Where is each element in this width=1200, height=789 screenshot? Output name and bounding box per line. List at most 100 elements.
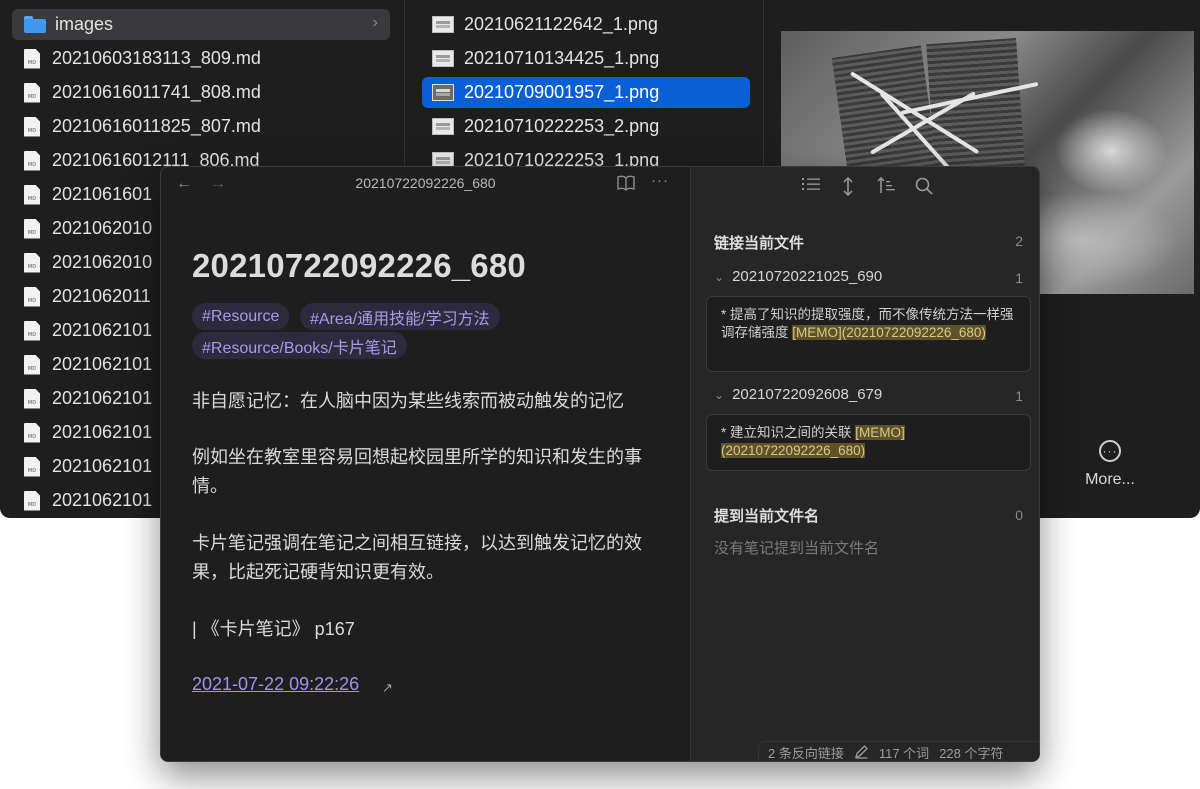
chevron-right-icon: › (372, 14, 378, 31)
finder-item-label: 20210603183113_809.md (52, 48, 261, 68)
snippet-highlight: [MEMO](20210722092226_680) (792, 325, 986, 340)
unlinked-mentions-heading[interactable]: 提到当前文件名 (714, 505, 819, 526)
expand-vertical-icon[interactable] (842, 176, 854, 199)
md-badge: MD (27, 433, 37, 440)
list-icon[interactable] (802, 177, 820, 195)
finder-item-label: 2021062101 (52, 388, 153, 408)
finder-image-row[interactable]: 20210621122642_1.png (422, 9, 750, 40)
finder-item-label: 2021062101 (52, 490, 153, 510)
backlink-file-1[interactable]: ⌄ 20210720221025_690 (714, 268, 882, 285)
finder-item-label: 20210709001957_1.png (464, 82, 660, 102)
more-options-icon[interactable]: ··· (651, 173, 669, 188)
paragraph-quote: | 《卡片笔记》 p167 (192, 619, 355, 639)
finder-item-label: 20210710222253_2.png (464, 116, 660, 136)
backlink-file-name: 20210722092608_679 (732, 386, 883, 403)
finder-image-row[interactable]: 20210710222253_2.png (422, 111, 750, 142)
finder-item-label: 20210616011741_808.md (52, 82, 261, 102)
backlink-file-name: 20210720221025_690 (732, 268, 883, 285)
sort-icon[interactable] (877, 176, 896, 197)
book-open-icon[interactable] (617, 175, 635, 195)
md-badge: MD (27, 467, 37, 474)
finder-image-row[interactable]: 20210710134425_1.png (422, 43, 750, 74)
finder-item-label: 2021062011 (52, 286, 151, 306)
markdown-file-icon: MD (24, 422, 40, 443)
finder-item-label: 2021062010 (52, 218, 153, 238)
markdown-file-icon: MD (24, 116, 40, 137)
markdown-file-icon: MD (24, 388, 40, 409)
linked-mentions-count: 2 (1015, 233, 1023, 249)
status-char-count: 228 个字符 (939, 746, 1004, 761)
paragraph-3: 卡片笔记强调在笔记之间相互链接，以达到触发记忆的效果，比起死记硬背知识更有效。 (192, 533, 642, 582)
status-backlinks[interactable]: 2 条反向链接 (768, 743, 844, 761)
finder-item-label: 20210710134425_1.png (464, 48, 660, 68)
markdown-file-icon: MD (24, 48, 40, 69)
finder-item-label: 2021062101 (52, 456, 153, 476)
md-badge: MD (27, 297, 37, 304)
backlink-snippet-2[interactable]: * 建立知识之间的关联 [MEMO](20210722092226_680) (706, 414, 1031, 471)
backlink-file-count: 1 (1015, 388, 1023, 404)
chevron-down-icon[interactable]: ⌄ (714, 388, 724, 402)
finder-item-label: images (55, 14, 114, 34)
md-badge: MD (27, 195, 37, 202)
view-header-title[interactable]: 20210722092226_680 (161, 175, 690, 191)
paragraph-2: 例如坐在教室里容易回想起校园里所学的知识和发生的事情。 (192, 447, 642, 496)
linked-mentions-heading[interactable]: 链接当前文件 (714, 232, 804, 253)
finder-item-label: 20210621122642_1.png (464, 14, 658, 34)
chevron-down-icon[interactable]: ⌄ (714, 270, 724, 284)
finder-item-label: 2021062101 (52, 354, 153, 374)
markdown-file-icon: MD (24, 218, 40, 239)
md-badge: MD (27, 229, 37, 236)
md-badge: MD (27, 331, 37, 338)
markdown-file-icon: MD (24, 490, 40, 511)
markdown-file-icon: MD (24, 286, 40, 307)
folder-icon (24, 16, 46, 33)
markdown-file-icon: MD (24, 320, 40, 341)
obsidian-window: ← → 20210722092226_680 ··· 2021072209222… (160, 166, 1040, 762)
md-badge: MD (27, 93, 37, 100)
editor-pane: ← → 20210722092226_680 ··· 2021072209222… (161, 167, 690, 761)
finder-image-row[interactable]: 20210709001957_1.png (422, 77, 750, 108)
markdown-file-icon: MD (24, 354, 40, 375)
markdown-file-icon: MD (24, 456, 40, 477)
md-badge: MD (27, 59, 37, 66)
finder-folder-row[interactable]: images › (12, 9, 390, 40)
md-badge: MD (27, 365, 37, 372)
backlink-snippet-1[interactable]: * 提高了知识的提取强度，而不像传统方法一样强调存储强度 [MEMO](2021… (706, 296, 1031, 372)
markdown-file-icon: MD (24, 252, 40, 273)
markdown-file-icon: MD (24, 184, 40, 205)
tag-resource[interactable]: #Resource (192, 303, 290, 330)
md-badge: MD (27, 263, 37, 270)
image-file-icon (432, 16, 454, 33)
pencil-icon[interactable] (854, 744, 869, 762)
status-bar: 2 条反向链接 117 个词 228 个字符 (758, 741, 1039, 762)
finder-item-label: 2021062101 (52, 320, 153, 340)
finder-file-row[interactable]: MD 20210616011825_807.md (12, 111, 390, 142)
md-badge: MD (27, 399, 37, 406)
tag-resource-books[interactable]: #Resource/Books/卡片笔记 (192, 332, 407, 359)
image-file-icon (432, 84, 454, 101)
external-link-icon: ↗ (382, 680, 393, 695)
date-link[interactable]: 2021-07-22 09:22:26 (192, 674, 359, 695)
image-file-icon (432, 118, 454, 135)
more-button[interactable]: ··· More... (1065, 440, 1155, 489)
backlink-file-2[interactable]: ⌄ 20210722092608_679 (714, 386, 882, 403)
finder-item-label: 20210616011825_807.md (52, 116, 261, 136)
finder-item-label: 2021062101 (52, 422, 153, 442)
backlink-file-count: 1 (1015, 270, 1023, 286)
more-label: More... (1085, 471, 1135, 488)
finder-file-row[interactable]: MD 20210616011741_808.md (12, 77, 390, 108)
more-icon: ··· (1099, 440, 1121, 462)
finder-item-label: 2021061601 (52, 184, 153, 204)
md-badge: MD (27, 127, 37, 134)
status-word-count: 117 个词 (878, 746, 930, 761)
backlinks-pane: 链接当前文件 2 ⌄ 20210720221025_690 1 * 提高了知识的提… (690, 167, 1039, 761)
unlinked-empty-message: 没有笔记提到当前文件名 (714, 540, 880, 557)
image-file-icon (432, 50, 454, 67)
finder-file-row[interactable]: MD 20210603183113_809.md (12, 43, 390, 74)
search-icon[interactable] (915, 177, 933, 198)
paragraph-1: 非自愿记忆：在人脑中因为某些线索而被动触发的记忆 (192, 391, 624, 411)
finder-item-label: 2021062010 (52, 252, 153, 272)
tag-area-learning[interactable]: #Area/通用技能/学习方法 (300, 303, 500, 330)
note-title: 20210722092226_680 (192, 247, 526, 284)
snippet-text: * 建立知识之间的关联 (721, 425, 856, 440)
